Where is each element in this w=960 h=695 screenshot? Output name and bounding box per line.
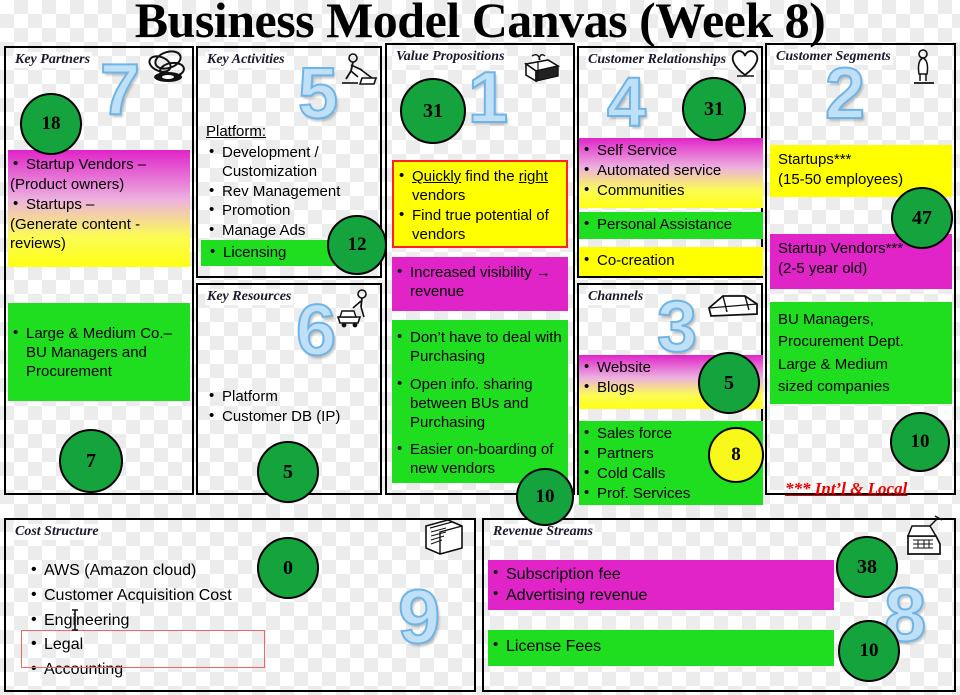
revenue-streams-title: Revenue Streams bbox=[491, 524, 595, 540]
customer-segments-step-number: 2 bbox=[824, 54, 866, 134]
key-activities-title: Key Activities bbox=[205, 52, 287, 68]
cost-structure-title: Cost Structure bbox=[13, 524, 101, 540]
value-propositions-bubble-10: 10 bbox=[516, 468, 574, 526]
rev-note1-item-1: Advertising revenue bbox=[490, 585, 830, 606]
value-propositions-note-3: Don’t have to deal with Purchasing Open … bbox=[392, 320, 568, 483]
customer-relationships-note-2: Personal Assistance bbox=[579, 212, 763, 239]
kr-item-0: Platform bbox=[206, 386, 378, 407]
cost-item-1: Customer Acquisition Cost bbox=[28, 583, 448, 609]
cs-note3-item-1: Procurement Dept. bbox=[778, 333, 904, 351]
key-resources-step-number: 6 bbox=[295, 291, 337, 371]
cash-register-icon bbox=[906, 515, 943, 555]
business-model-canvas: Business Model Canvas (Week 8) Key Partn… bbox=[0, 0, 960, 695]
heart-icon bbox=[731, 50, 759, 77]
page-title: Business Model Canvas (Week 8) bbox=[134, 0, 826, 48]
key-partners-step-number: 7 bbox=[99, 50, 141, 130]
ka-item-0: Development / Customization bbox=[206, 142, 376, 182]
gift-box-icon bbox=[523, 53, 561, 83]
person-standing-icon bbox=[914, 49, 934, 84]
rev-note1-item-0: Subscription fee bbox=[490, 564, 830, 585]
key-partners-note-1: Startup Vendors – (Product owners) Start… bbox=[8, 150, 190, 267]
key-activities-heading: Platform: bbox=[206, 123, 267, 140]
vp-note1-item-1: Find true potential of vendors bbox=[396, 206, 562, 245]
kp-note1-item-2: Startups – bbox=[10, 195, 186, 215]
customer-segments-title: Customer Segments bbox=[774, 49, 893, 65]
cost-structure-annotation-rect bbox=[21, 630, 265, 668]
value-propositions-step-number: 1 bbox=[467, 58, 509, 138]
kp-note1-item-0: Startup Vendors – bbox=[10, 155, 186, 175]
customer-segments-bubble-47: 47 bbox=[891, 187, 953, 249]
vp-underline-right: right bbox=[518, 168, 548, 185]
vp-note3-item-0: Don’t have to deal with Purchasing bbox=[394, 328, 564, 367]
cr-note1-item-1: Automated service bbox=[581, 161, 759, 181]
customer-segments-footnote: *** Int’l & Local bbox=[785, 479, 908, 498]
kp-note1-item-3: (Generate content - reviews) bbox=[10, 215, 141, 252]
worker-sweeping-icon bbox=[342, 53, 378, 85]
channels-title: Channels bbox=[586, 289, 646, 305]
cs-note3-item-2: Large & Medium bbox=[778, 355, 889, 373]
cr-note3-item-0: Co-creation bbox=[581, 251, 759, 271]
cr-note1-item-0: Self Service bbox=[581, 141, 759, 161]
key-activities-step-number: 5 bbox=[297, 54, 339, 134]
kp-note1-item-1: (Product owners) bbox=[10, 175, 125, 193]
channels-step-number: 3 bbox=[656, 287, 698, 367]
customer-relationships-title: Customer Relationships bbox=[586, 52, 729, 68]
customer-segments-bubble-10: 10 bbox=[890, 412, 950, 472]
channels-bubble-8: 8 bbox=[708, 427, 764, 483]
cost-item-0: AWS (Amazon cloud) bbox=[28, 558, 448, 584]
key-partners-title: Key Partners bbox=[13, 52, 93, 68]
ka-item-1: Rev Management bbox=[206, 181, 376, 202]
cs-note1-item-0: Startups*** bbox=[778, 151, 852, 168]
key-activities-bubble-12: 12 bbox=[327, 215, 387, 275]
vp-note3-item-1: Open info. sharing between BUs and Purch… bbox=[394, 375, 564, 433]
value-propositions-note-2: Increased visibility → revenue bbox=[392, 257, 568, 311]
value-propositions-note-1: Quickly find the right vendors Find true… bbox=[392, 160, 568, 248]
key-partners-note-2: Large & Medium Co.– BU Managers and Proc… bbox=[8, 303, 190, 401]
cost-structure-step-number: 9 bbox=[397, 575, 441, 660]
vp-note2-item-0: Increased visibility → revenue bbox=[394, 263, 564, 302]
customer-segments-note-3: BU Managers, Procurement Dept. Large & M… bbox=[770, 302, 952, 404]
ch-note2-item-3: Prof. Services bbox=[581, 484, 759, 504]
customer-relationships-step-number: 4 bbox=[606, 63, 647, 141]
rev-note2-item-0: License Fees bbox=[490, 636, 830, 657]
key-resources-list: Platform Customer DB (IP) bbox=[206, 386, 378, 427]
text-cursor-icon bbox=[72, 609, 78, 631]
value-propositions-bubble-31: 31 bbox=[400, 78, 466, 144]
customer-relationships-note-3: Co-creation bbox=[579, 247, 763, 276]
kp-note2-item-0: Large & Medium Co.– BU Managers and Proc… bbox=[10, 324, 184, 382]
key-resources-bubble-5: 5 bbox=[257, 441, 319, 503]
cs-note2-item-1: (2-5 year old) bbox=[778, 259, 868, 277]
chain-links-icon bbox=[148, 50, 185, 82]
channels-bubble-5: 5 bbox=[698, 352, 760, 414]
cost-structure-bubble-0: 0 bbox=[257, 537, 319, 599]
invoice-papers-icon bbox=[425, 519, 463, 555]
key-resources-title: Key Resources bbox=[205, 289, 294, 305]
key-partners-bubble-7: 7 bbox=[59, 429, 123, 493]
cs-note3-item-0: BU Managers, bbox=[778, 311, 874, 328]
revenue-streams-bubble-38: 38 bbox=[836, 536, 898, 598]
worker-cart-icon bbox=[336, 289, 367, 328]
cr-note2-item-0: Personal Assistance bbox=[581, 215, 759, 235]
revenue-streams-bubble-10: 10 bbox=[838, 620, 900, 682]
value-propositions-title: Value Propositions bbox=[394, 49, 507, 65]
vp-underline-quickly: Quickly bbox=[412, 168, 462, 185]
customer-relationships-note-1: Self Service Automated service Communiti… bbox=[579, 138, 763, 208]
kr-item-1: Customer DB (IP) bbox=[206, 406, 378, 427]
revenue-streams-note-2: License Fees bbox=[488, 630, 834, 666]
vp-note1-item-0: Quickly find the right vendors bbox=[396, 167, 562, 206]
delivery-truck-icon bbox=[707, 295, 758, 317]
key-partners-bubble-18: 18 bbox=[20, 93, 82, 155]
customer-relationships-bubble-31: 31 bbox=[682, 77, 746, 141]
cr-note1-item-2: Communities bbox=[581, 181, 759, 201]
cs-note3-item-3: sized companies bbox=[778, 377, 890, 395]
revenue-streams-note-1: Subscription fee Advertising revenue bbox=[488, 560, 834, 610]
